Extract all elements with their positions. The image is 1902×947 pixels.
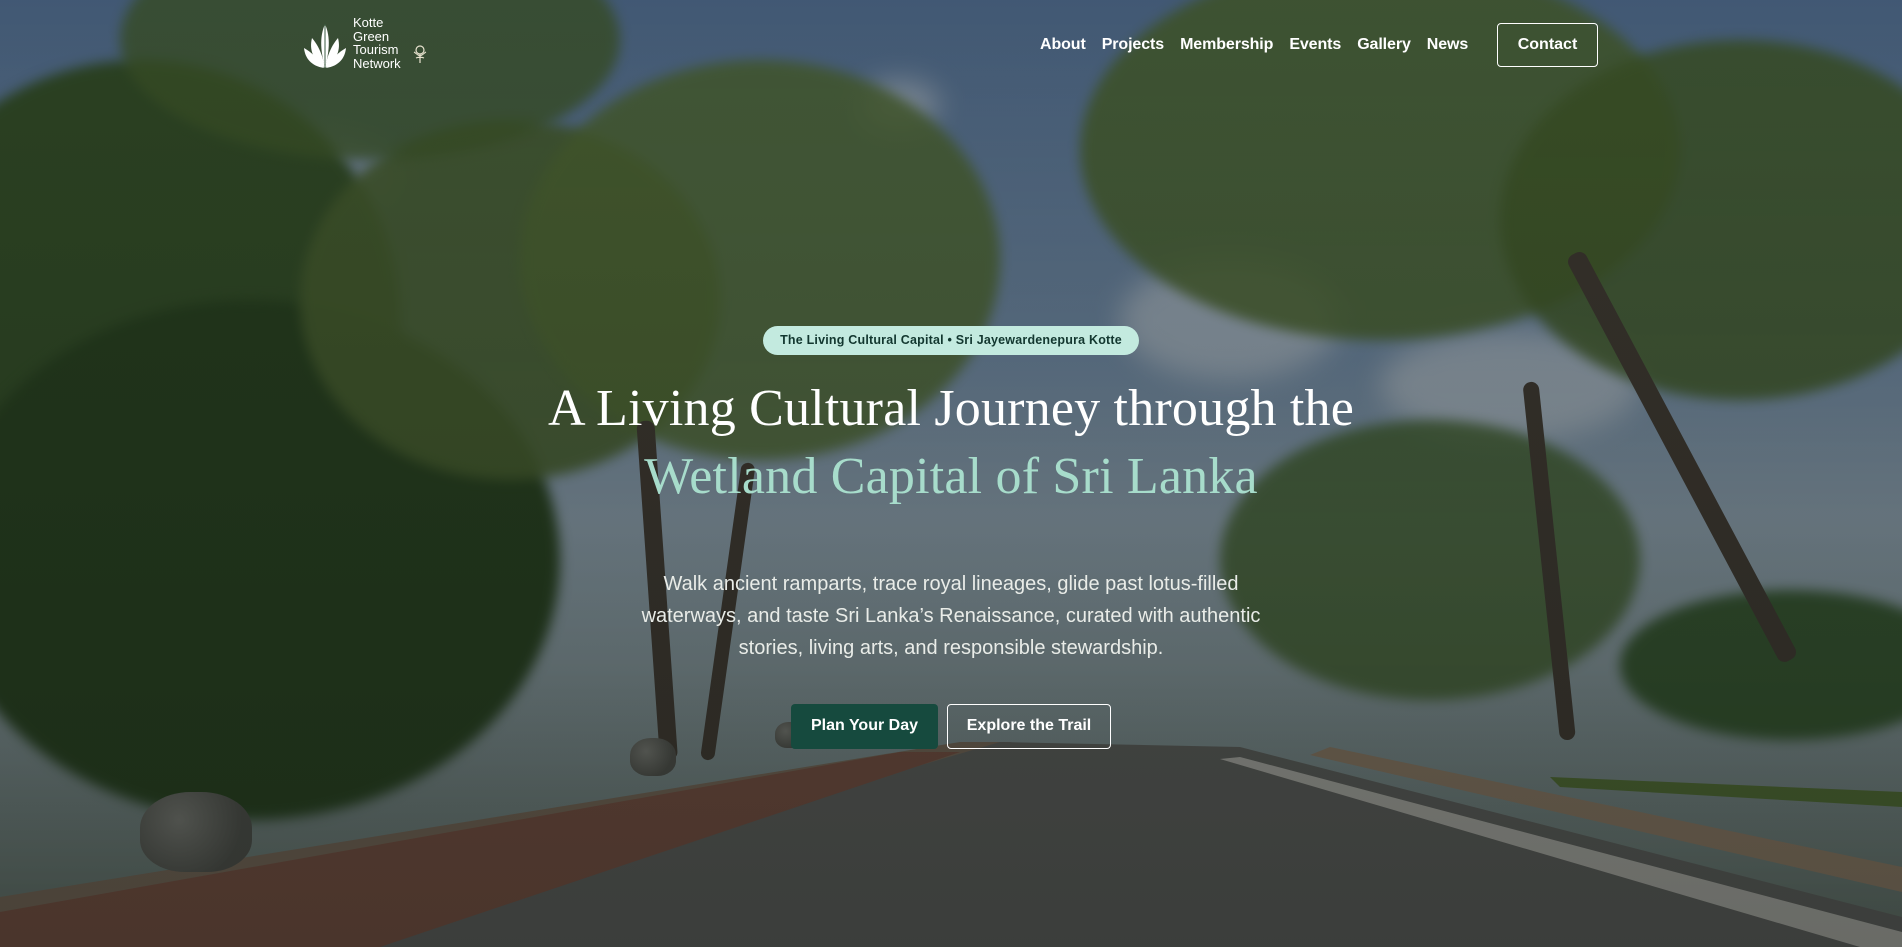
hero-subtitle: Walk ancient ramparts, trace royal linea… xyxy=(641,572,1261,659)
headline-line-2: Wetland Capital of Sri Lanka xyxy=(644,448,1258,505)
lotus-emblem-icon xyxy=(413,45,426,63)
logo-line: Kotte xyxy=(353,15,384,30)
nav-link-news[interactable]: News xyxy=(1427,36,1469,54)
nav-link-projects[interactable]: Projects xyxy=(1102,36,1164,54)
hero-section: Kotte Green Tourism Network About Projec… xyxy=(0,0,1902,947)
explore-the-trail-button[interactable]: Explore the Trail xyxy=(947,703,1111,749)
logo-line: Green xyxy=(353,28,390,44)
nav-link-gallery[interactable]: Gallery xyxy=(1357,36,1411,54)
plan-your-day-button[interactable]: Plan Your Day xyxy=(791,703,938,749)
logo-line: Tourism xyxy=(353,42,399,57)
leaf-logo-icon xyxy=(304,24,346,68)
hero-content: The Living Cultural Capital • Sri Jayewa… xyxy=(0,326,1902,749)
site-logo[interactable]: Kotte Green Tourism Network xyxy=(303,16,429,70)
hero-headline: A Living Cultural Journey through the We… xyxy=(548,375,1354,511)
partner-logo xyxy=(411,44,429,64)
main-nav: About Projects Membership Events Gallery… xyxy=(1040,36,1468,54)
headline-line-1: A Living Cultural Journey through the xyxy=(547,380,1355,437)
site-header: Kotte Green Tourism Network About Projec… xyxy=(0,0,1902,90)
hero-badge: The Living Cultural Capital • Sri Jayewa… xyxy=(763,326,1139,355)
contact-button[interactable]: Contact xyxy=(1497,23,1598,67)
hero-cta-group: Plan Your Day Explore the Trail xyxy=(791,703,1111,749)
nav-link-events[interactable]: Events xyxy=(1289,36,1341,54)
logo-wordmark: Kotte Green Tourism Network xyxy=(353,16,401,70)
nav-link-about[interactable]: About xyxy=(1040,36,1086,54)
nav-link-membership[interactable]: Membership xyxy=(1180,36,1273,54)
logo-line: Network xyxy=(353,55,401,71)
